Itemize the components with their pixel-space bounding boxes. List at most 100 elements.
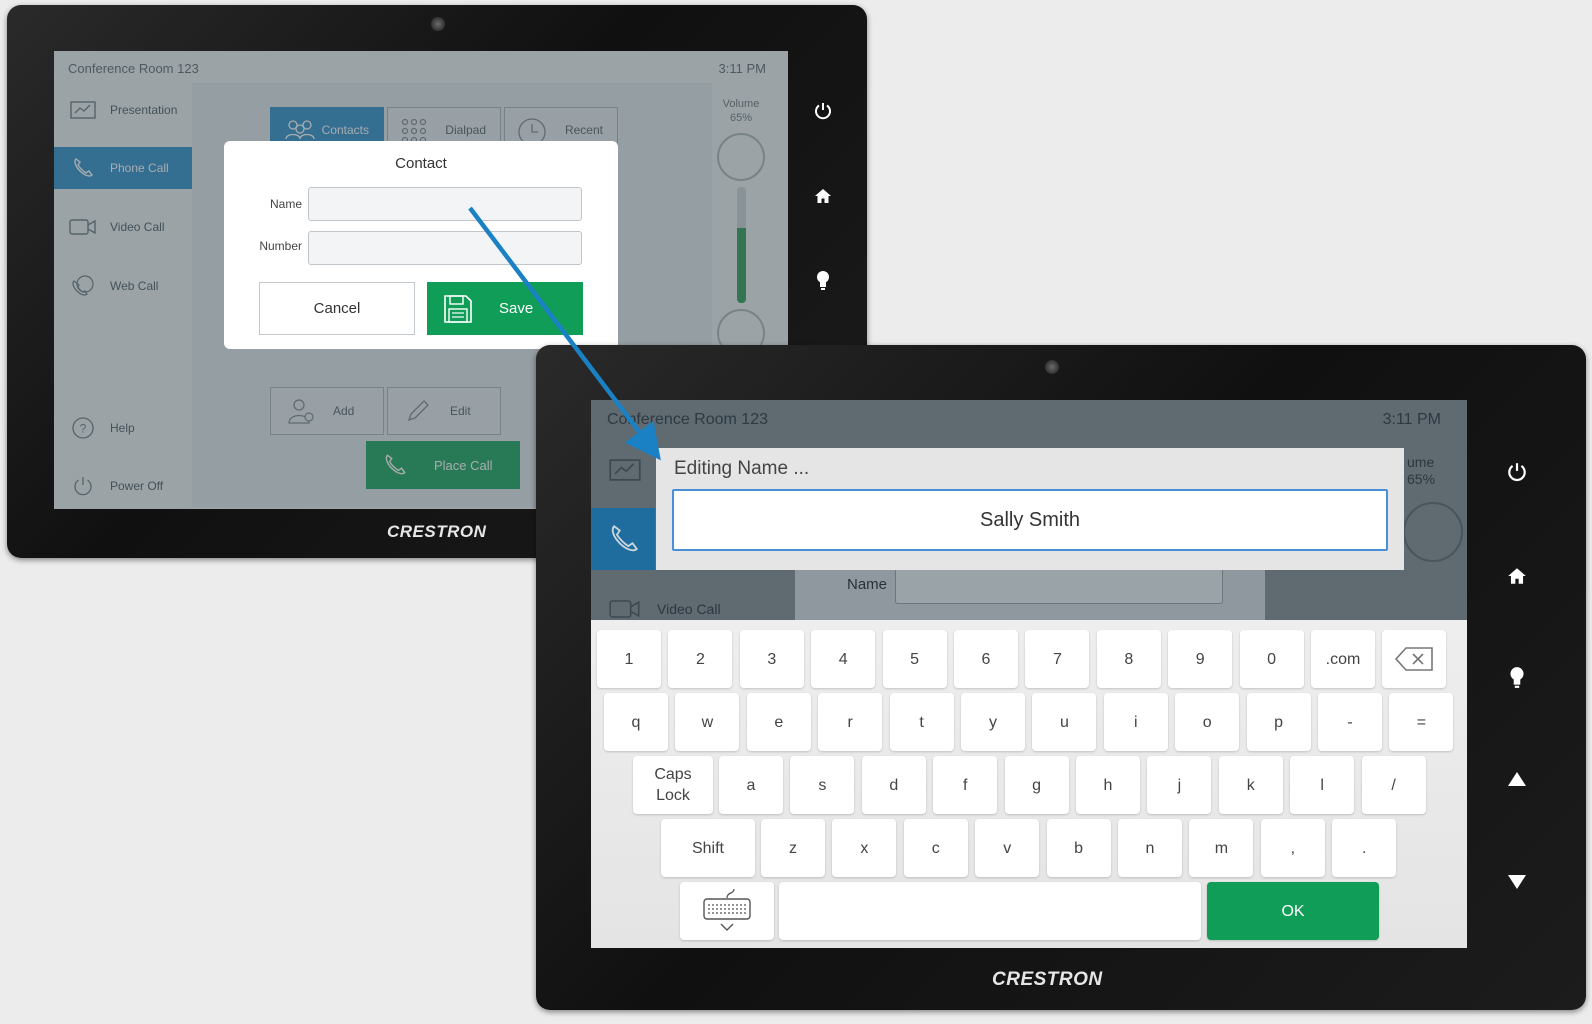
kb-key-k[interactable]: k	[1218, 756, 1283, 814]
name-text-input[interactable]: Sally Smith	[672, 489, 1388, 551]
space-bar[interactable]	[779, 882, 1201, 940]
power-hw-button[interactable]	[1504, 459, 1530, 485]
room-title: Conference Room 123	[607, 411, 768, 428]
light-hw-button[interactable]	[1504, 664, 1530, 690]
dialog-title: Contact	[395, 155, 447, 172]
light-hw-button[interactable]	[810, 267, 836, 293]
presentation-icon	[609, 459, 641, 481]
kb-key-l[interactable]: l	[1290, 756, 1355, 814]
kb-key-w[interactable]: w	[675, 693, 740, 751]
kb-key-v[interactable]: v	[975, 819, 1040, 877]
home-hw-button[interactable]	[810, 183, 836, 209]
kb-key-x[interactable]: x	[832, 819, 897, 877]
number-field[interactable]	[308, 231, 582, 265]
kb-key-5[interactable]: 5	[882, 630, 947, 688]
brand-logo: CRESTRON	[992, 969, 1103, 990]
kb-key-z[interactable]: z	[761, 819, 825, 877]
kb-key-g[interactable]: g	[1004, 756, 1069, 814]
kb-key-m[interactable]: m	[1189, 819, 1254, 877]
kb-key-3[interactable]: 3	[739, 630, 804, 688]
up-hw-button[interactable]	[1504, 766, 1530, 792]
kb-key-i[interactable]: i	[1103, 693, 1168, 751]
kb-key-u[interactable]: u	[1032, 693, 1097, 751]
kb-key-dotcom[interactable]: .com	[1311, 630, 1375, 688]
floppy-disk-icon	[443, 294, 473, 324]
kb-key-c[interactable]: c	[903, 819, 968, 877]
nav-phone-call[interactable]	[591, 508, 655, 570]
save-button[interactable]: Save	[427, 282, 583, 335]
power-hw-button[interactable]	[810, 98, 836, 124]
kb-key-e[interactable]: e	[746, 693, 811, 751]
background-volume-label: ume 65%	[1407, 454, 1435, 488]
front-screen: Conference Room 123 3:11 PM Video Call N…	[591, 400, 1467, 948]
volume-value: 65%	[1407, 471, 1436, 487]
down-hw-button[interactable]	[1504, 869, 1530, 895]
ok-button[interactable]: OK	[1207, 882, 1379, 940]
light-bulb-icon	[817, 271, 829, 290]
background-name-field	[895, 568, 1223, 604]
kb-key-p[interactable]: p	[1246, 693, 1311, 751]
kb-key-n[interactable]: n	[1118, 819, 1182, 877]
down-arrow-icon	[1508, 875, 1526, 889]
kb-key-equals[interactable]: =	[1389, 693, 1454, 751]
home-icon	[815, 189, 831, 203]
kb-key-1[interactable]: 1	[597, 630, 661, 688]
power-icon	[815, 103, 831, 120]
kb-key-r[interactable]: r	[818, 693, 883, 751]
kb-key-9[interactable]: 9	[1168, 630, 1233, 688]
backspace-key[interactable]	[1382, 630, 1447, 688]
caps-lock-label: Caps Lock	[654, 766, 692, 804]
kb-key-minus[interactable]: -	[1318, 693, 1382, 751]
kb-key-a[interactable]: a	[719, 756, 783, 814]
kb-key-comma[interactable]: ,	[1260, 819, 1325, 877]
home-hw-button[interactable]	[1504, 563, 1530, 589]
contact-dialog: Contact Name Number Cancel Save	[224, 141, 618, 349]
shift-key[interactable]: Shift	[661, 819, 755, 877]
hide-keyboard-key[interactable]	[680, 882, 774, 940]
kb-key-2[interactable]: 2	[668, 630, 733, 688]
cancel-button[interactable]: Cancel	[259, 282, 415, 335]
kb-key-4[interactable]: 4	[811, 630, 876, 688]
background-name-label: Name	[847, 576, 888, 593]
keyboard-hide-icon	[703, 888, 751, 931]
kb-key-q[interactable]: q	[604, 693, 668, 751]
kb-key-f[interactable]: f	[933, 756, 998, 814]
kb-key-6[interactable]: 6	[954, 630, 1018, 688]
save-label: Save	[499, 300, 534, 317]
clock: 3:11 PM	[1382, 411, 1441, 428]
up-arrow-icon	[1508, 772, 1526, 786]
text-edit-panel: Editing Name ... Sally Smith	[656, 448, 1404, 570]
kb-key-h[interactable]: h	[1076, 756, 1140, 814]
number-label: Number	[259, 239, 302, 253]
kb-key-8[interactable]: 8	[1096, 630, 1161, 688]
kb-key-t[interactable]: t	[889, 693, 954, 751]
kb-key-b[interactable]: b	[1046, 819, 1111, 877]
kb-key-s[interactable]: s	[790, 756, 855, 814]
kb-key-o[interactable]: o	[1175, 693, 1240, 751]
home-icon	[1508, 568, 1526, 584]
name-label: Name	[269, 197, 302, 211]
camera-icon	[431, 17, 445, 31]
video-camera-icon	[609, 600, 640, 618]
front-touch-panel: CRESTRON Conference Room 123 3:11 PM Vid…	[536, 345, 1586, 1010]
name-field[interactable]	[308, 187, 582, 221]
caps-lock-key[interactable]: Caps Lock	[633, 756, 713, 814]
kb-key-d[interactable]: d	[861, 756, 926, 814]
phone-icon	[611, 525, 638, 552]
nav-video-call-label: Video Call	[657, 601, 721, 617]
background-volume-up	[1403, 502, 1463, 562]
power-icon	[1508, 463, 1526, 481]
kb-key-7[interactable]: 7	[1025, 630, 1090, 688]
edit-title: Editing Name ...	[674, 458, 810, 479]
volume-title: ume	[1407, 454, 1435, 470]
kb-key-0[interactable]: 0	[1239, 630, 1304, 688]
kb-key-slash[interactable]: /	[1361, 756, 1426, 814]
kb-key-period[interactable]: .	[1332, 819, 1397, 877]
on-screen-keyboard: 1 2 3 4 5 6 7 8 9 0 .com q w e r t y u i o p - = Caps Lock a s d f g…	[591, 620, 1467, 948]
kb-key-j[interactable]: j	[1147, 756, 1212, 814]
brand-logo: CRESTRON	[387, 522, 487, 541]
light-bulb-icon	[1510, 667, 1524, 688]
kb-key-y[interactable]: y	[961, 693, 1025, 751]
backspace-icon	[1395, 647, 1434, 671]
camera-icon	[1045, 360, 1059, 374]
